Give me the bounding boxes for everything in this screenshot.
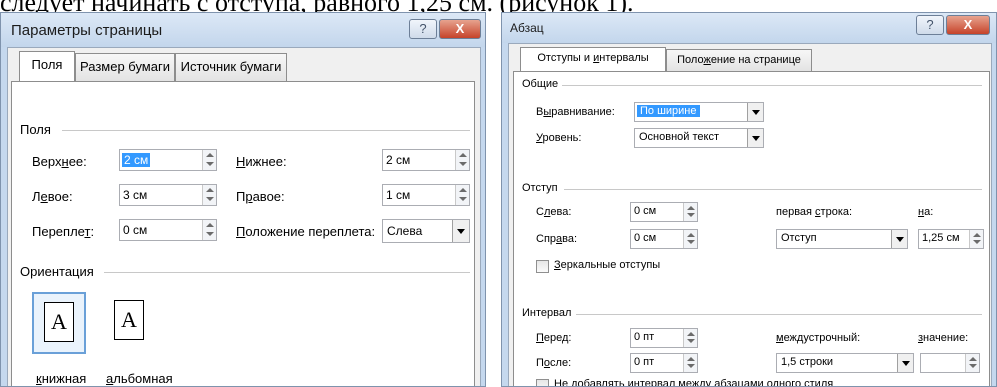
left-margin-label: Левое: — [32, 189, 73, 204]
gutter-value[interactable]: 0 см — [123, 223, 147, 237]
first-line-by-value[interactable]: 1,25 см — [922, 232, 960, 244]
spinner-arrows-icon[interactable] — [202, 150, 216, 170]
dont-add-space-checkbox[interactable] — [536, 379, 549, 386]
page-setup-panel: Поля Верхнее: 2 см Нижнее: 2 см Левое: 3… — [11, 81, 475, 386]
spinner-arrows-icon[interactable] — [965, 354, 979, 372]
spacing-before-label: Перед: — [536, 332, 572, 344]
tab-margins[interactable]: Поля — [19, 51, 75, 81]
close-button[interactable]: X — [946, 15, 990, 35]
line-spacing-label: междустрочный: — [776, 332, 861, 344]
close-button[interactable]: X — [439, 19, 481, 39]
first-line-dropdown[interactable]: Отступ — [776, 229, 908, 249]
line-spacing-at-spinner[interactable] — [920, 353, 980, 373]
portrait-orientation-button[interactable]: A — [32, 292, 86, 354]
chevron-down-icon[interactable] — [747, 103, 763, 121]
mirror-indents-label: Зеркальные отступы — [554, 259, 661, 271]
top-margin-label: Верхнее: — [32, 154, 87, 169]
landscape-page-icon: A — [114, 300, 144, 340]
first-line-by-label: на: — [918, 206, 934, 218]
spacing-before-value[interactable]: 0 пт — [634, 331, 654, 343]
bottom-margin-value[interactable]: 2 см — [386, 153, 410, 167]
tab-paper-source[interactable]: Источник бумаги — [175, 53, 287, 81]
spacing-after-spinner[interactable]: 0 пт — [630, 353, 698, 373]
indent-right-value[interactable]: 0 см — [634, 232, 656, 244]
spinner-arrows-icon[interactable] — [683, 329, 697, 347]
margins-group-label: Поля — [20, 122, 51, 137]
orientation-group-label: Ориентация — [20, 264, 94, 279]
paragraph-dialog: Абзац ? X Отступы и интервалы Положение … — [501, 12, 997, 387]
spinner-arrows-icon[interactable] — [202, 185, 216, 205]
alignment-label: Выравнивание: — [536, 106, 615, 118]
spinner-arrows-icon[interactable] — [683, 203, 697, 221]
spacing-group-divider — [576, 314, 982, 315]
chevron-down-icon[interactable] — [897, 354, 913, 372]
paragraph-title: Абзац — [510, 21, 544, 35]
gutter-position-dropdown[interactable]: Слева — [382, 219, 470, 243]
indent-right-label: Справа: — [536, 233, 578, 245]
spinner-arrows-icon[interactable] — [683, 230, 697, 248]
line-spacing-value[interactable]: 1,5 строки — [781, 356, 833, 368]
indent-left-spinner[interactable]: 0 см — [630, 202, 698, 222]
left-margin-spinner[interactable]: 3 см — [119, 184, 217, 206]
portrait-page-icon: A — [44, 302, 74, 342]
spacing-after-label: После: — [536, 357, 572, 369]
top-margin-value[interactable]: 2 см — [122, 153, 151, 167]
spinner-arrows-icon[interactable] — [683, 354, 697, 372]
chevron-down-icon[interactable] — [747, 129, 763, 147]
indent-left-label: Слева: — [536, 206, 572, 218]
page-setup-dialog: Параметры страницы ? X Поля Размер бумаг… — [0, 12, 486, 387]
spinner-arrows-icon[interactable] — [455, 150, 469, 170]
top-margin-spinner[interactable]: 2 см — [119, 149, 217, 171]
indent-left-value[interactable]: 0 см — [634, 205, 656, 217]
line-spacing-dropdown[interactable]: 1,5 строки — [776, 353, 914, 373]
help-button[interactable]: ? — [409, 19, 437, 39]
chevron-down-icon[interactable] — [452, 220, 469, 242]
dont-add-space-label: Не добавлять интервал между абзацами одн… — [554, 378, 834, 387]
spinner-arrows-icon[interactable] — [455, 185, 469, 205]
landscape-label: альбомная — [106, 371, 173, 386]
first-line-value[interactable]: Отступ — [781, 232, 817, 244]
first-line-label: первая строка: — [776, 206, 853, 218]
indent-group-divider — [564, 189, 982, 190]
level-value[interactable]: Основной текст — [639, 131, 719, 143]
bottom-margin-label: Нижнее: — [236, 154, 287, 169]
right-margin-label: Правое: — [236, 189, 285, 204]
spacing-after-value[interactable]: 0 пт — [634, 356, 654, 368]
orientation-group-divider — [104, 272, 470, 273]
margins-group-divider — [62, 130, 470, 131]
left-margin-value[interactable]: 3 см — [123, 188, 147, 202]
spinner-arrows-icon[interactable] — [202, 220, 216, 240]
spacing-before-spinner[interactable]: 0 пт — [630, 328, 698, 348]
bottom-margin-spinner[interactable]: 2 см — [382, 149, 470, 171]
level-dropdown[interactable]: Основной текст — [634, 128, 764, 148]
help-button[interactable]: ? — [916, 15, 944, 35]
right-margin-value[interactable]: 1 см — [386, 188, 410, 202]
chevron-down-icon[interactable] — [891, 230, 907, 248]
mirror-indents-checkbox[interactable] — [536, 260, 549, 273]
first-line-by-spinner[interactable]: 1,25 см — [918, 229, 984, 249]
gutter-spinner[interactable]: 0 см — [119, 219, 217, 241]
landscape-orientation-button[interactable]: A — [104, 292, 158, 354]
tab-indents-spacing[interactable]: Отступы и интервалы — [520, 47, 666, 71]
paragraph-panel: Общие Выравнивание: По ширине Уровень: О… — [513, 71, 990, 387]
indent-right-spinner[interactable]: 0 см — [630, 229, 698, 249]
general-group-label: Общие — [522, 78, 559, 90]
gutter-position-label: Положение переплета: — [236, 224, 376, 239]
general-group-divider — [562, 85, 982, 86]
level-label: Уровень: — [536, 132, 582, 144]
spacing-group-label: Интервал — [522, 307, 572, 319]
page-setup-title: Параметры страницы — [11, 22, 163, 39]
gutter-label: Переплет: — [32, 224, 95, 239]
right-margin-spinner[interactable]: 1 см — [382, 184, 470, 206]
indent-group-label: Отступ — [522, 182, 558, 194]
tab-paper-size[interactable]: Размер бумаги — [75, 53, 175, 81]
document-text-line: следует начинать с отступа, равного 1,25… — [0, 0, 997, 12]
alignment-value[interactable]: По ширине — [637, 105, 700, 117]
line-spacing-at-label: значение: — [918, 332, 969, 344]
gutter-position-value[interactable]: Слева — [387, 224, 422, 238]
spinner-arrows-icon[interactable] — [969, 230, 983, 248]
alignment-dropdown[interactable]: По ширине — [634, 102, 764, 122]
portrait-label: книжная — [36, 371, 87, 386]
tab-line-page-breaks[interactable]: Положение на странице — [666, 49, 812, 71]
